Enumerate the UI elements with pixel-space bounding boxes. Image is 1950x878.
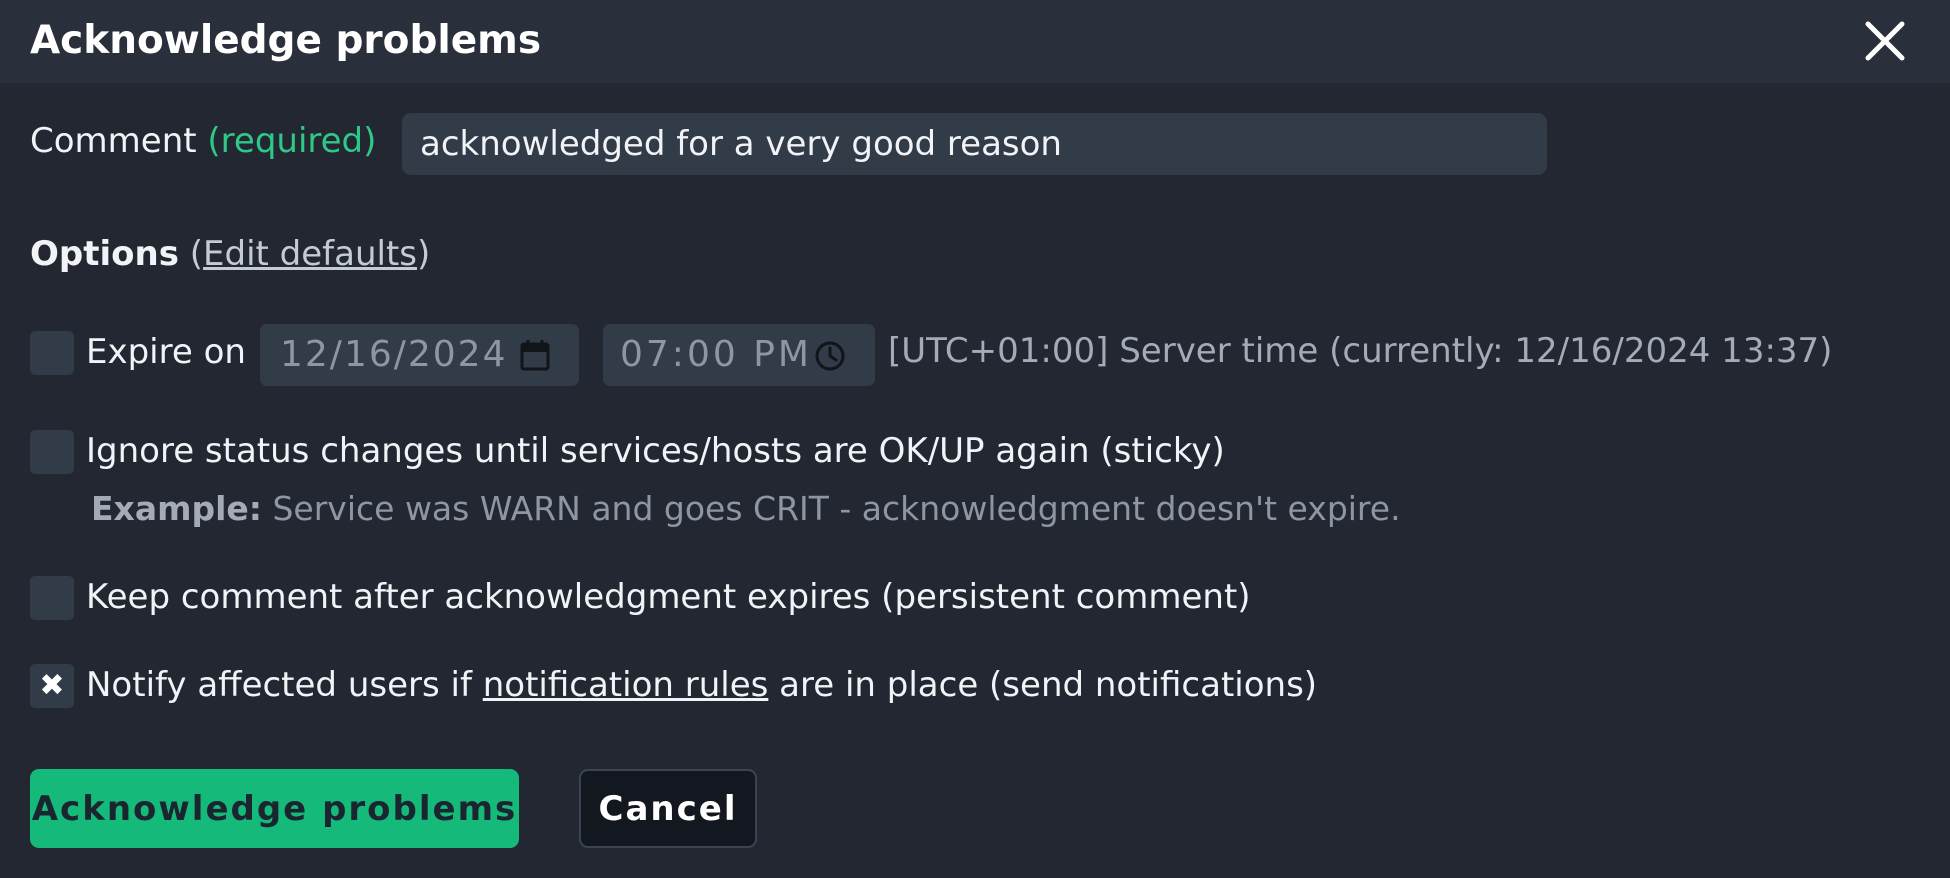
options-paren-close: )	[417, 234, 431, 274]
expire-checkbox[interactable]	[30, 331, 74, 375]
comment-label-group: Comment (required)	[30, 118, 376, 164]
expire-date-value: 12/16/2024	[280, 334, 508, 375]
options-label: Options	[30, 234, 179, 274]
required-indicator: (required)	[207, 121, 377, 161]
acknowledge-dialog: Acknowledge problems Comment (required) …	[0, 0, 1950, 878]
persistent-label: Keep comment after acknowledgment expire…	[86, 577, 1251, 617]
close-button[interactable]	[1862, 18, 1908, 64]
notification-rules-link[interactable]: notification rules	[483, 665, 769, 705]
sticky-checkbox[interactable]	[30, 430, 74, 474]
clock-icon[interactable]	[813, 339, 847, 373]
options-heading: Options (Edit defaults)	[30, 231, 430, 277]
example-text: Service was WARN and goes CRIT - acknowl…	[262, 489, 1401, 528]
dialog-title: Acknowledge problems	[30, 18, 542, 63]
cancel-button[interactable]: Cancel	[579, 769, 757, 848]
expire-time-input[interactable]: 07:00 PM	[603, 324, 875, 386]
comment-label: Comment	[30, 121, 197, 161]
server-time-note: [UTC+01:00] Server time (currently: 12/1…	[888, 331, 1833, 371]
acknowledge-problems-button[interactable]: Acknowledge problems	[30, 769, 519, 848]
notify-label-suffix: are in place (send notifications)	[768, 665, 1318, 705]
expire-label: Expire on	[86, 332, 246, 372]
expire-date-input[interactable]: 12/16/2024	[260, 324, 579, 386]
comment-input[interactable]	[402, 113, 1547, 175]
expire-time-value: 07:00 PM	[620, 334, 812, 375]
notify-checkbox[interactable]: ✖	[30, 664, 74, 708]
notify-label: Notify affected users if notification ru…	[86, 662, 1317, 708]
checkmark-icon: ✖	[39, 668, 65, 703]
options-paren-open: (	[189, 234, 204, 274]
sticky-example: Example: Service was WARN and goes CRIT …	[91, 486, 1401, 532]
dialog-header: Acknowledge problems	[0, 0, 1950, 83]
example-label: Example:	[91, 489, 262, 528]
edit-defaults-link[interactable]: Edit defaults	[203, 234, 417, 274]
close-icon	[1865, 21, 1905, 61]
calendar-icon[interactable]	[518, 338, 552, 372]
sticky-label: Ignore status changes until services/hos…	[86, 431, 1225, 471]
persistent-checkbox[interactable]	[30, 576, 74, 620]
notify-label-prefix: Notify affected users if	[86, 665, 483, 705]
